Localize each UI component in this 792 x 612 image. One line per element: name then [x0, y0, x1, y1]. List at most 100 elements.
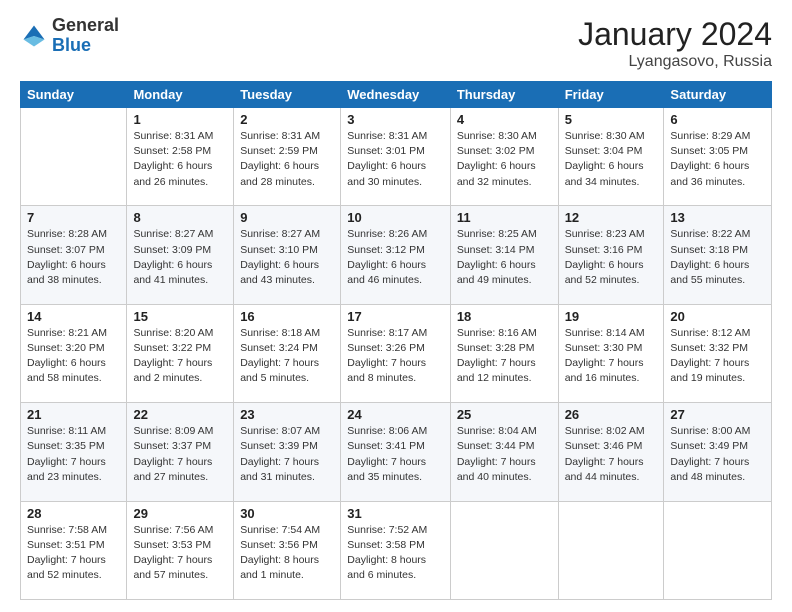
- cell-w0-d4: 4 Sunrise: 8:30 AM Sunset: 3:02 PM Daylig…: [450, 108, 558, 206]
- day-number: 13: [670, 210, 765, 225]
- cell-w0-d6: 6 Sunrise: 8:29 AM Sunset: 3:05 PM Daylig…: [664, 108, 772, 206]
- cell-w3-d4: 25Sunrise: 8:04 AM Sunset: 3:44 PM Dayli…: [450, 403, 558, 501]
- col-wednesday: Wednesday: [341, 82, 451, 108]
- cell-w4-d0: 28Sunrise: 7:58 AM Sunset: 3:51 PM Dayli…: [21, 501, 127, 599]
- day-number: 4: [457, 112, 552, 127]
- cell-w1-d1: 8 Sunrise: 8:27 AM Sunset: 3:09 PM Daylig…: [127, 206, 234, 304]
- day-info: Sunrise: 8:31 AM Sunset: 3:01 PM Dayligh…: [347, 129, 444, 190]
- day-info: Sunrise: 8:17 AM Sunset: 3:26 PM Dayligh…: [347, 326, 444, 387]
- day-number: 21: [27, 407, 120, 422]
- day-number: 28: [27, 506, 120, 521]
- day-number: 24: [347, 407, 444, 422]
- day-number: 1: [133, 112, 227, 127]
- day-info: Sunrise: 8:30 AM Sunset: 3:02 PM Dayligh…: [457, 129, 552, 190]
- day-number: 30: [240, 506, 334, 521]
- location: Lyangasovo, Russia: [578, 53, 772, 71]
- day-number: 16: [240, 309, 334, 324]
- cell-w4-d5: [558, 501, 664, 599]
- day-info: Sunrise: 8:20 AM Sunset: 3:22 PM Dayligh…: [133, 326, 227, 387]
- day-info: Sunrise: 8:30 AM Sunset: 3:04 PM Dayligh…: [565, 129, 658, 190]
- day-info: Sunrise: 8:00 AM Sunset: 3:49 PM Dayligh…: [670, 424, 765, 485]
- col-sunday: Sunday: [21, 82, 127, 108]
- day-number: 3: [347, 112, 444, 127]
- cell-w1-d6: 13 Sunrise: 8:22 AM Sunset: 3:18 PM Dayli…: [664, 206, 772, 304]
- day-number: 5: [565, 112, 658, 127]
- cell-w3-d6: 27 Sunrise: 8:00 AM Sunset: 3:49 PM Dayli…: [664, 403, 772, 501]
- day-number: 2: [240, 112, 334, 127]
- col-thursday: Thursday: [450, 82, 558, 108]
- day-number: 8: [133, 210, 227, 225]
- cell-w2-d0: 14 Sunrise: 8:21 AM Sunset: 3:20 PM Dayli…: [21, 304, 127, 402]
- day-info: Sunrise: 8:28 AM Sunset: 3:07 PM Dayligh…: [27, 227, 120, 288]
- day-info: Sunrise: 7:52 AM Sunset: 3:58 PM Dayligh…: [347, 523, 444, 584]
- day-number: 20: [670, 309, 765, 324]
- day-info: Sunrise: 8:06 AM Sunset: 3:41 PM Dayligh…: [347, 424, 444, 485]
- cell-w3-d3: 24 Sunrise: 8:06 AM Sunset: 3:41 PM Dayli…: [341, 403, 451, 501]
- cell-w4-d3: 31 Sunrise: 7:52 AM Sunset: 3:58 PM Dayli…: [341, 501, 451, 599]
- logo: General Blue: [20, 16, 119, 56]
- day-info: Sunrise: 8:31 AM Sunset: 2:58 PM Dayligh…: [133, 129, 227, 190]
- cell-w3-d0: 21 Sunrise: 8:11 AM Sunset: 3:35 PM Dayli…: [21, 403, 127, 501]
- cell-w3-d1: 22Sunrise: 8:09 AM Sunset: 3:37 PM Dayli…: [127, 403, 234, 501]
- cell-w4-d6: [664, 501, 772, 599]
- day-info: Sunrise: 8:16 AM Sunset: 3:28 PM Dayligh…: [457, 326, 552, 387]
- day-number: 26: [565, 407, 658, 422]
- day-info: Sunrise: 8:21 AM Sunset: 3:20 PM Dayligh…: [27, 326, 120, 387]
- day-number: 27: [670, 407, 765, 422]
- cell-w4-d4: [450, 501, 558, 599]
- cell-w0-d5: 5 Sunrise: 8:30 AM Sunset: 3:04 PM Daylig…: [558, 108, 664, 206]
- cell-w3-d5: 26Sunrise: 8:02 AM Sunset: 3:46 PM Dayli…: [558, 403, 664, 501]
- day-info: Sunrise: 8:29 AM Sunset: 3:05 PM Dayligh…: [670, 129, 765, 190]
- day-info: Sunrise: 8:26 AM Sunset: 3:12 PM Dayligh…: [347, 227, 444, 288]
- cell-w0-d1: 1 Sunrise: 8:31 AM Sunset: 2:58 PM Daylig…: [127, 108, 234, 206]
- cell-w4-d1: 29Sunrise: 7:56 AM Sunset: 3:53 PM Dayli…: [127, 501, 234, 599]
- day-info: Sunrise: 7:54 AM Sunset: 3:56 PM Dayligh…: [240, 523, 334, 584]
- header: General Blue January 2024 Lyangasovo, Ru…: [20, 16, 772, 71]
- col-saturday: Saturday: [664, 82, 772, 108]
- day-number: 18: [457, 309, 552, 324]
- day-info: Sunrise: 8:18 AM Sunset: 3:24 PM Dayligh…: [240, 326, 334, 387]
- day-number: 6: [670, 112, 765, 127]
- week-row-1: 1 Sunrise: 8:31 AM Sunset: 2:58 PM Daylig…: [21, 108, 772, 206]
- day-info: Sunrise: 8:27 AM Sunset: 3:09 PM Dayligh…: [133, 227, 227, 288]
- day-number: 14: [27, 309, 120, 324]
- day-info: Sunrise: 8:31 AM Sunset: 2:59 PM Dayligh…: [240, 129, 334, 190]
- day-number: 7: [27, 210, 120, 225]
- logo-text: General Blue: [52, 16, 119, 56]
- logo-blue: Blue: [52, 35, 91, 55]
- day-info: Sunrise: 8:27 AM Sunset: 3:10 PM Dayligh…: [240, 227, 334, 288]
- cell-w1-d5: 12 Sunrise: 8:23 AM Sunset: 3:16 PM Dayli…: [558, 206, 664, 304]
- cell-w1-d2: 9Sunrise: 8:27 AM Sunset: 3:10 PM Daylig…: [234, 206, 341, 304]
- day-info: Sunrise: 8:22 AM Sunset: 3:18 PM Dayligh…: [670, 227, 765, 288]
- day-number: 31: [347, 506, 444, 521]
- cell-w2-d1: 15 Sunrise: 8:20 AM Sunset: 3:22 PM Dayli…: [127, 304, 234, 402]
- cell-w0-d2: 2 Sunrise: 8:31 AM Sunset: 2:59 PM Daylig…: [234, 108, 341, 206]
- page: General Blue January 2024 Lyangasovo, Ru…: [0, 0, 792, 612]
- month-title: January 2024: [578, 16, 772, 53]
- logo-icon: [20, 22, 48, 50]
- calendar-header-row: Sunday Monday Tuesday Wednesday Thursday…: [21, 82, 772, 108]
- cell-w0-d3: 3 Sunrise: 8:31 AM Sunset: 3:01 PM Daylig…: [341, 108, 451, 206]
- calendar-table: Sunday Monday Tuesday Wednesday Thursday…: [20, 81, 772, 600]
- cell-w2-d6: 20 Sunrise: 8:12 AM Sunset: 3:32 PM Dayli…: [664, 304, 772, 402]
- cell-w2-d3: 17Sunrise: 8:17 AM Sunset: 3:26 PM Dayli…: [341, 304, 451, 402]
- week-row-4: 21 Sunrise: 8:11 AM Sunset: 3:35 PM Dayli…: [21, 403, 772, 501]
- day-info: Sunrise: 8:25 AM Sunset: 3:14 PM Dayligh…: [457, 227, 552, 288]
- title-block: January 2024 Lyangasovo, Russia: [578, 16, 772, 71]
- col-friday: Friday: [558, 82, 664, 108]
- cell-w0-d0: [21, 108, 127, 206]
- week-row-2: 7 Sunrise: 8:28 AM Sunset: 3:07 PM Daylig…: [21, 206, 772, 304]
- day-number: 19: [565, 309, 658, 324]
- col-monday: Monday: [127, 82, 234, 108]
- day-info: Sunrise: 8:12 AM Sunset: 3:32 PM Dayligh…: [670, 326, 765, 387]
- cell-w1-d4: 11Sunrise: 8:25 AM Sunset: 3:14 PM Dayli…: [450, 206, 558, 304]
- day-number: 22: [133, 407, 227, 422]
- day-number: 12: [565, 210, 658, 225]
- day-info: Sunrise: 8:11 AM Sunset: 3:35 PM Dayligh…: [27, 424, 120, 485]
- day-number: 10: [347, 210, 444, 225]
- day-info: Sunrise: 8:23 AM Sunset: 3:16 PM Dayligh…: [565, 227, 658, 288]
- week-row-5: 28Sunrise: 7:58 AM Sunset: 3:51 PM Dayli…: [21, 501, 772, 599]
- cell-w1-d0: 7 Sunrise: 8:28 AM Sunset: 3:07 PM Daylig…: [21, 206, 127, 304]
- day-number: 15: [133, 309, 227, 324]
- cell-w2-d5: 19Sunrise: 8:14 AM Sunset: 3:30 PM Dayli…: [558, 304, 664, 402]
